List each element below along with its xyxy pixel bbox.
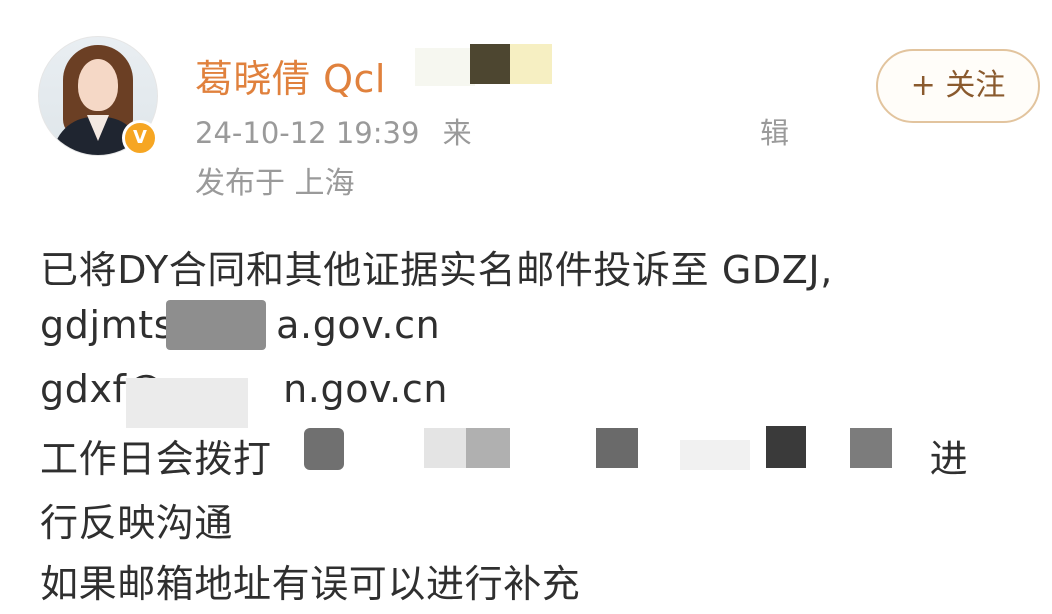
edited-label: 辑: [760, 116, 790, 150]
post-text-line: 已将DY合同和其他证据实名邮件投诉至 GDZJ,: [40, 248, 833, 292]
redaction-block: [766, 426, 806, 468]
redaction-block: [415, 48, 475, 86]
author-avatar[interactable]: V: [38, 36, 158, 156]
post-location: 发布于 上海: [195, 166, 355, 201]
redaction-block: [126, 378, 248, 428]
redaction-block: [510, 44, 552, 84]
post-text-line: 行反映沟通: [40, 501, 234, 545]
author-name[interactable]: 葛晓倩 Qcl: [195, 48, 386, 103]
post-text-line: 如果邮箱地址有误可以进行补充: [40, 562, 581, 606]
redaction-block: [850, 428, 892, 468]
redaction-block: [680, 440, 750, 470]
redaction-block: [304, 428, 344, 470]
redaction-block: [424, 428, 466, 468]
redaction-block: [466, 428, 510, 468]
follow-button[interactable]: + 关注: [876, 49, 1040, 123]
verified-badge-icon: V: [122, 120, 158, 156]
post-timestamp: 24-10-12 19:39 来: [195, 116, 472, 150]
redaction-block: [478, 112, 763, 148]
redaction-block: [596, 428, 638, 468]
redaction-block: [166, 300, 266, 350]
redaction-block: [470, 44, 510, 84]
